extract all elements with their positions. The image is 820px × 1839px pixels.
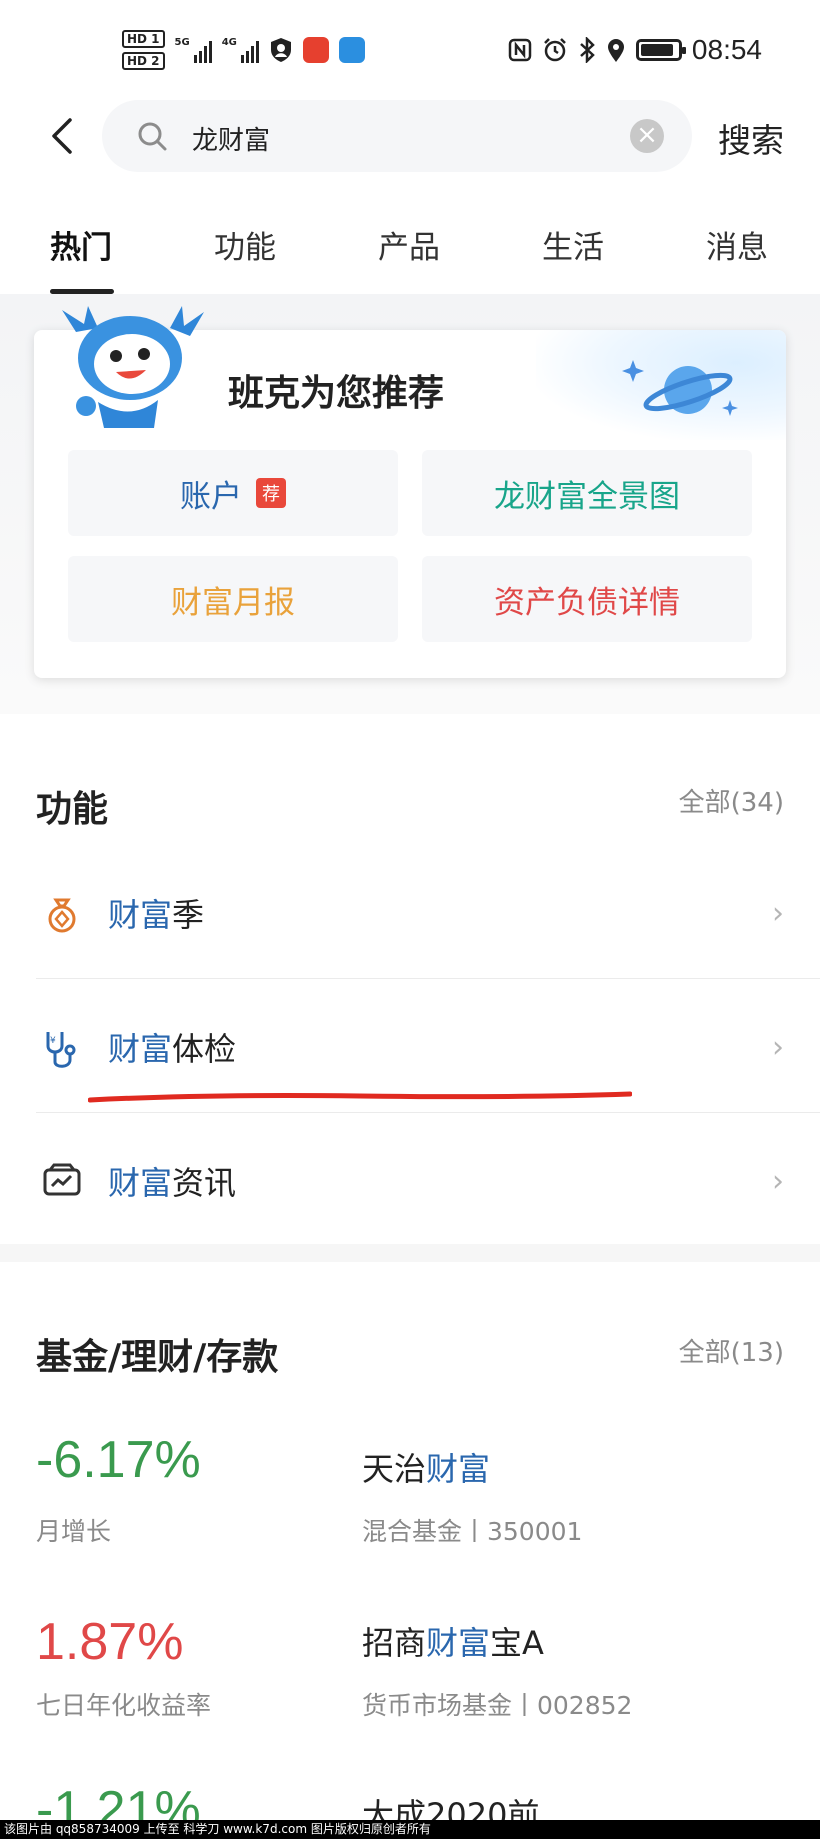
network-type-1: 5G: [174, 37, 190, 48]
mascot-icon: [62, 306, 204, 428]
planet-icon: [622, 360, 738, 416]
chevron-right-icon: ›: [772, 1030, 784, 1065]
battery-icon: [635, 39, 686, 61]
functions-title: 功能: [36, 789, 109, 830]
section-separator: [0, 1244, 820, 1262]
hd1-badge: HD 1: [122, 30, 165, 48]
function-label-highlight: 财富: [108, 896, 173, 934]
chevron-right-icon: ›: [772, 1164, 784, 1199]
news-icon: [43, 1163, 81, 1196]
function-label: 财富季: [108, 890, 204, 936]
function-label-rest: 资讯: [172, 1164, 237, 1202]
status-right: 08:54: [508, 34, 762, 66]
hd-indicator: HD 1 HD 2: [122, 30, 165, 70]
funds-all-link[interactable]: 全部(13): [679, 1332, 784, 1369]
recommend-assets-label: 资产负债详情: [494, 584, 680, 621]
watermark-bar: 该图片由 qq858734009 上传至 科学刀 www.k7d.com 图片版…: [0, 1820, 820, 1839]
fund-name-pre: 招商: [362, 1624, 427, 1662]
alarm-icon: [544, 38, 566, 62]
divider: [36, 978, 820, 979]
search-button[interactable]: 搜索: [718, 114, 784, 162]
tab-message[interactable]: 消息: [706, 222, 768, 267]
recommend-panorama-button[interactable]: 龙财富全景图: [422, 450, 752, 536]
function-label-highlight: 财富: [108, 1030, 173, 1068]
signal-icon-2: 4G: [222, 37, 259, 63]
fund-name: 天治财富: [362, 1444, 490, 1490]
tab-function[interactable]: 功能: [214, 222, 276, 267]
tab-product[interactable]: 产品: [378, 222, 440, 267]
recommend-panorama-label: 龙财富全景图: [494, 478, 680, 515]
divider: [36, 1112, 820, 1113]
svg-text:¥: ¥: [50, 1036, 56, 1046]
search-input[interactable]: 龙财富 ×: [102, 100, 692, 172]
hd2-badge: HD 2: [122, 52, 165, 70]
money-bag-icon: [48, 898, 76, 933]
nfc-icon: [508, 38, 532, 62]
stethoscope-icon: ¥: [46, 1032, 76, 1068]
recommend-account-button[interactable]: 账户 荐: [68, 450, 398, 536]
fund-return-value: -6.17%: [36, 1431, 201, 1489]
search-row: 龙财富 × 搜索: [0, 100, 820, 172]
status-bar: HD 1 HD 2 5G 4G 08:54: [0, 0, 820, 100]
network-type-2: 4G: [221, 37, 237, 48]
location-icon: [607, 39, 624, 62]
function-label-highlight: 财富: [108, 1164, 173, 1202]
fund-meta: 货币市场基金丨002852: [362, 1691, 633, 1720]
user-shield-icon: [270, 38, 291, 62]
fund-name-post: 宝A: [490, 1624, 544, 1662]
function-item-wealth-season[interactable]: 财富季 ›: [36, 846, 820, 978]
funds-title: 基金/理财/存款: [36, 1337, 279, 1378]
fund-name: 招商财富宝A: [362, 1618, 544, 1664]
function-label: 财富体检: [108, 1024, 236, 1070]
function-label: 财富资讯: [108, 1158, 236, 1204]
fund-return-value: 1.87%: [36, 1613, 184, 1671]
weather-app-icon: [338, 37, 365, 63]
recommend-account-label: 账户: [180, 478, 242, 515]
clock-time: 08:54: [691, 34, 762, 65]
clear-icon[interactable]: ×: [630, 119, 664, 153]
recommend-monthly-report-label: 财富月报: [171, 584, 295, 621]
status-left: HD 1 HD 2 5G 4G: [122, 30, 365, 70]
function-label-rest: 季: [172, 896, 205, 934]
weibo-app-icon: [302, 37, 329, 63]
back-arrow-icon[interactable]: [44, 114, 84, 158]
functions-all-link[interactable]: 全部(34): [679, 782, 784, 819]
fund-name-pre: 天治: [362, 1450, 427, 1488]
search-query-text: 龙财富: [192, 126, 271, 156]
recommend-title: 班克为您推荐: [228, 373, 445, 414]
tab-hot[interactable]: 热门: [50, 222, 112, 267]
recommend-monthly-report-button[interactable]: 财富月报: [68, 556, 398, 642]
tab-life[interactable]: 生活: [542, 222, 604, 267]
recommend-tag-badge: 荐: [256, 478, 286, 508]
chevron-right-icon: ›: [772, 896, 784, 931]
fund-meta: 混合基金丨350001: [362, 1517, 583, 1546]
fund-return-label: 月增长: [36, 1517, 112, 1546]
function-item-wealth-news[interactable]: 财富资讯 ›: [36, 1114, 820, 1246]
signal-icon: 5G: [175, 37, 212, 63]
category-tabs: 热门 功能 产品 生活 消息: [0, 212, 820, 302]
search-icon: [138, 122, 167, 151]
red-underline-mark: [88, 1091, 632, 1103]
fund-name-highlight: 财富: [426, 1450, 491, 1488]
fund-name-highlight: 财富: [426, 1624, 491, 1662]
recommend-assets-button[interactable]: 资产负债详情: [422, 556, 752, 642]
function-label-rest: 体检: [172, 1030, 237, 1068]
bluetooth-icon: [580, 37, 595, 63]
fund-return-label: 七日年化收益率: [36, 1691, 212, 1720]
